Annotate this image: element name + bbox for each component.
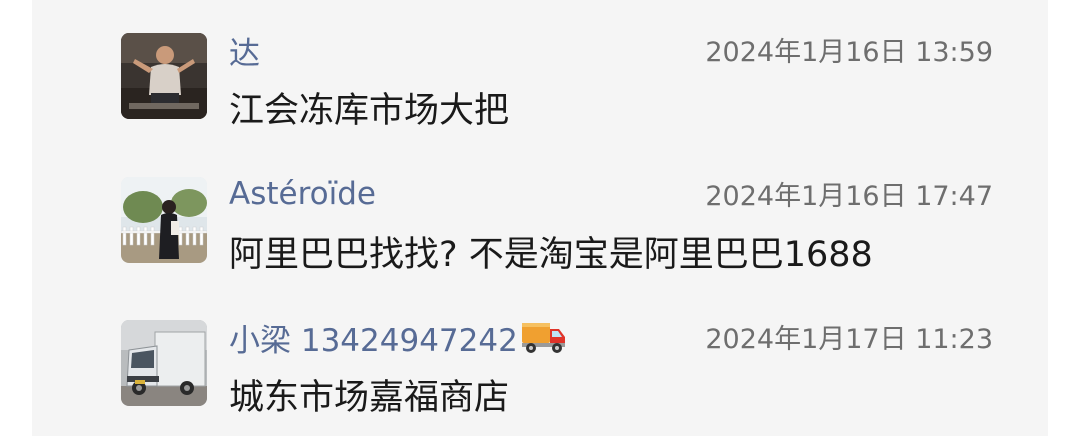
name-row: Astéroïde — [229, 172, 376, 216]
name-row: 小梁 13424947242 — [229, 315, 566, 359]
comment-text: 城东市场嘉福商店 — [229, 378, 510, 418]
comment-item: 达 2024年1月16日 13:59 江会冻库市场大把 — [32, 0, 1048, 131]
comment-time: 2024年1月16日 13:59 — [705, 37, 993, 68]
avatar[interactable] — [121, 320, 207, 406]
comment-item: Astéroïde 2024年1月16日 17:47 阿里巴巴找找? 不是淘宝是… — [32, 144, 1048, 275]
commenter-name[interactable]: Astéroïde — [229, 176, 376, 212]
truck-icon — [521, 319, 566, 355]
comment-time: 2024年1月17日 11:23 — [705, 324, 993, 355]
avatar-image — [121, 320, 207, 406]
commenter-name[interactable]: 达 — [229, 28, 260, 73]
comment-item: 小梁 13424947242 2024年1月17日 11:23 城东市场嘉福商店 — [32, 287, 1048, 418]
avatar-image — [121, 177, 207, 263]
avatar-image — [121, 33, 207, 119]
comment-time: 2024年1月16日 17:47 — [705, 181, 993, 212]
avatar[interactable] — [121, 33, 207, 119]
name-row: 达 — [229, 28, 260, 72]
comments-panel: 达 2024年1月16日 13:59 江会冻库市场大把 Astéroïde 20… — [32, 0, 1048, 436]
comment-text: 阿里巴巴找找? 不是淘宝是阿里巴巴1688 — [229, 235, 873, 275]
avatar[interactable] — [121, 177, 207, 263]
comment-text: 江会冻库市场大把 — [229, 91, 510, 131]
commenter-name[interactable]: 小梁 13424947242 — [229, 315, 518, 360]
